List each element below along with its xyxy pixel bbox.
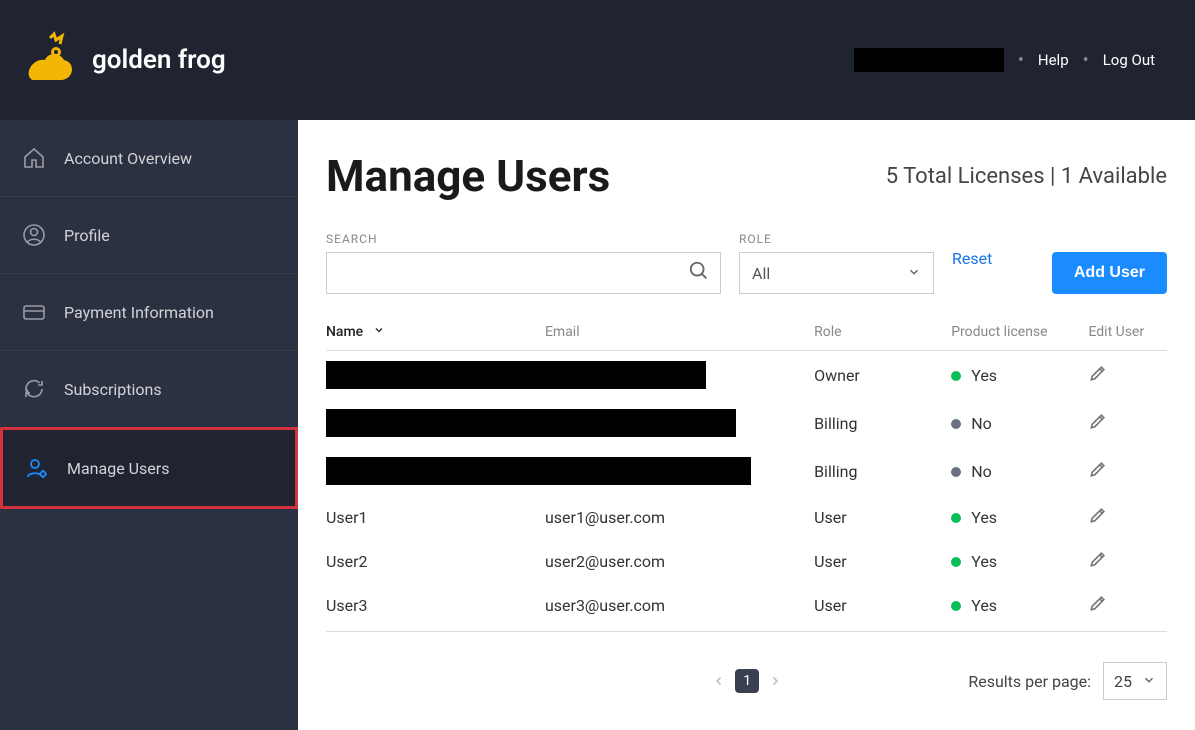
top-header: golden frog • Help • Log Out — [0, 0, 1195, 120]
table-row: BillingNo — [326, 399, 1167, 447]
cell-edit — [1088, 539, 1167, 583]
pager-prev[interactable] — [713, 672, 725, 691]
card-icon — [22, 300, 46, 324]
status-dot-active-icon — [951, 371, 961, 381]
logo[interactable]: golden frog — [20, 30, 226, 90]
user-gear-icon — [25, 456, 49, 480]
cell-license: No — [951, 447, 1088, 495]
users-table: Name Email Role Product license Edit Use… — [326, 314, 1167, 632]
brand-name: golden frog — [92, 45, 226, 75]
cell-role: User — [814, 495, 951, 539]
cell-edit — [1088, 583, 1167, 632]
cell-name: User3 — [326, 583, 545, 632]
cell-email: user1@user.com — [545, 495, 814, 539]
cell-license: No — [951, 399, 1088, 447]
main-content: Manage Users 5 Total Licenses | 1 Availa… — [298, 120, 1195, 730]
cell-name: User2 — [326, 539, 545, 583]
sidebar-item-profile[interactable]: Profile — [0, 196, 298, 273]
search-label: SEARCH — [326, 232, 721, 246]
cell-role: User — [814, 539, 951, 583]
status-dot-inactive-icon — [951, 467, 961, 477]
results-per-page-label: Results per page: — [968, 672, 1091, 691]
edit-pencil-icon[interactable] — [1088, 554, 1108, 573]
cell-license: Yes — [951, 539, 1088, 583]
table-row: OwnerYes — [326, 351, 1167, 400]
chevron-down-icon — [373, 324, 385, 340]
search-icon[interactable] — [688, 260, 710, 286]
edit-pencil-icon[interactable] — [1088, 598, 1108, 617]
separator-dot-icon: • — [1083, 50, 1089, 71]
status-dot-active-icon — [951, 557, 961, 567]
search-input[interactable] — [337, 265, 688, 282]
cell-edit — [1088, 351, 1167, 400]
home-icon — [22, 146, 46, 170]
sidebar-item-manage-users[interactable]: Manage Users — [0, 427, 298, 509]
profile-icon — [22, 223, 46, 247]
cell-license: Yes — [951, 351, 1088, 400]
help-link[interactable]: Help — [1038, 51, 1069, 69]
column-header-role[interactable]: Role — [814, 314, 951, 351]
license-summary: 5 Total Licenses | 1 Available — [886, 164, 1167, 189]
results-per-page-value: 25 — [1114, 672, 1132, 691]
role-select[interactable]: All — [739, 252, 934, 294]
cell-role: User — [814, 583, 951, 632]
cell-role: Billing — [814, 447, 951, 495]
cell-role: Owner — [814, 351, 951, 400]
edit-pencil-icon[interactable] — [1088, 416, 1108, 435]
role-select-value: All — [752, 264, 770, 283]
pagination: 1 — [713, 669, 781, 693]
status-dot-active-icon — [951, 601, 961, 611]
sidebar: Account Overview Profile Payment Informa… — [0, 120, 298, 730]
frog-logo-icon — [20, 30, 80, 90]
cell-license: Yes — [951, 583, 1088, 632]
table-row: User3user3@user.comUserYes — [326, 583, 1167, 632]
edit-pencil-icon[interactable] — [1088, 368, 1108, 387]
cell-name: User1 — [326, 495, 545, 539]
edit-pencil-icon[interactable] — [1088, 464, 1108, 483]
status-dot-active-icon — [951, 513, 961, 523]
table-row: BillingNo — [326, 447, 1167, 495]
cell-edit — [1088, 447, 1167, 495]
column-header-license[interactable]: Product license — [951, 314, 1088, 351]
reset-link[interactable]: Reset — [952, 249, 992, 268]
cell-license: Yes — [951, 495, 1088, 539]
cell-email: user3@user.com — [545, 583, 814, 632]
account-name-redacted — [854, 48, 1004, 72]
column-header-email[interactable]: Email — [545, 314, 814, 351]
add-user-button[interactable]: Add User — [1052, 252, 1167, 294]
results-per-page-select[interactable]: 25 — [1103, 662, 1167, 700]
role-label: ROLE — [739, 232, 934, 246]
cell-role: Billing — [814, 399, 951, 447]
sidebar-item-label: Profile — [64, 226, 110, 245]
page-title: Manage Users — [326, 150, 610, 202]
redacted-cell — [326, 457, 751, 485]
redacted-cell — [326, 409, 736, 437]
cell-edit — [1088, 399, 1167, 447]
logout-link[interactable]: Log Out — [1103, 51, 1155, 69]
refresh-icon — [22, 377, 46, 401]
sidebar-item-label: Account Overview — [64, 149, 192, 168]
edit-pencil-icon[interactable] — [1088, 510, 1108, 529]
sidebar-item-payment[interactable]: Payment Information — [0, 273, 298, 350]
sidebar-item-account-overview[interactable]: Account Overview — [0, 120, 298, 196]
pager-next[interactable] — [769, 672, 781, 691]
status-dot-inactive-icon — [951, 419, 961, 429]
separator-dot-icon: • — [1018, 50, 1024, 71]
sidebar-item-label: Subscriptions — [64, 380, 162, 399]
chevron-down-icon — [1142, 672, 1156, 691]
sidebar-item-subscriptions[interactable]: Subscriptions — [0, 350, 298, 427]
table-row: User1user1@user.comUserYes — [326, 495, 1167, 539]
chevron-down-icon — [907, 264, 921, 283]
sidebar-item-label: Manage Users — [67, 459, 169, 478]
sidebar-item-label: Payment Information — [64, 303, 214, 322]
table-row: User2user2@user.comUserYes — [326, 539, 1167, 583]
cell-edit — [1088, 495, 1167, 539]
search-field-wrap — [326, 252, 721, 294]
header-right: • Help • Log Out — [854, 48, 1155, 72]
pager-current-page[interactable]: 1 — [735, 669, 759, 693]
cell-email: user2@user.com — [545, 539, 814, 583]
column-header-name[interactable]: Name — [326, 314, 545, 351]
column-header-edit: Edit User — [1088, 314, 1167, 351]
redacted-cell — [326, 361, 706, 389]
